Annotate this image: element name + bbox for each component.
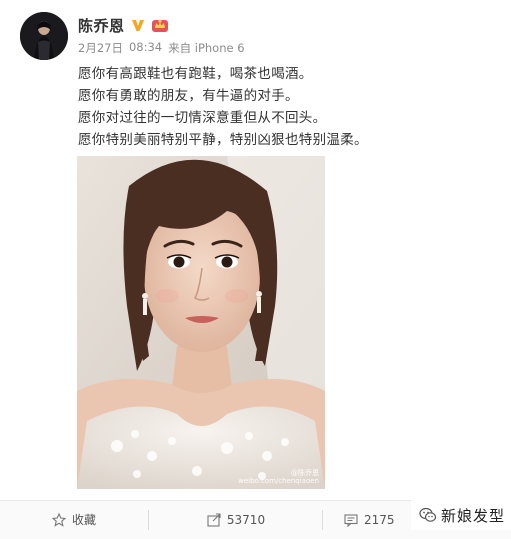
post-line: 愿你有勇敢的朋友，有牛逼的对手。	[78, 88, 299, 104]
post-source: 来自 iPhone 6	[168, 41, 245, 55]
action-divider	[148, 510, 149, 530]
post-time[interactable]: 08:34	[129, 40, 162, 56]
comment-icon	[344, 513, 358, 527]
watermark-url: weibo.com/chenqiaoen	[238, 477, 319, 485]
vip-crown-icon[interactable]	[151, 17, 169, 33]
verified-icon	[130, 17, 146, 33]
post-text: 愿你有高跟鞋也有跑鞋，喝茶也喝酒。 愿你有勇敢的朋友，有牛逼的对手。 愿你对过往…	[78, 63, 498, 151]
post-line: 愿你特别美丽特别平静，特别凶狠也特别温柔。	[78, 132, 368, 148]
weibo-post-card: 陈乔恩 2月27日 08:34 来自 iPhone 6 愿你有高跟鞋也有跑鞋，喝…	[0, 0, 511, 539]
author-name[interactable]: 陈乔恩	[78, 15, 125, 36]
star-icon	[51, 512, 67, 527]
photo-watermark: @陈乔恩 weibo.com/chenqiaoen	[238, 469, 319, 485]
avatar[interactable]	[20, 12, 68, 60]
post-line: 愿你有高跟鞋也有跑鞋，喝茶也喝酒。	[78, 66, 313, 82]
share-icon	[207, 512, 221, 527]
post-meta: 2月27日 08:34 来自 iPhone 6	[78, 40, 245, 56]
post-line: 愿你对过往的一切情深意重但从不回头。	[78, 110, 327, 126]
avatar-image	[20, 12, 68, 60]
wechat-logo-icon	[419, 506, 437, 524]
favorite-button[interactable]: 收藏	[0, 501, 148, 538]
bride-selfie-image	[77, 156, 325, 489]
post-date[interactable]: 2月27日	[78, 40, 123, 56]
watermark-name: @陈乔恩	[291, 469, 319, 477]
action-divider	[322, 510, 323, 530]
share-button[interactable]: 53710	[150, 501, 322, 538]
author-row: 陈乔恩	[78, 14, 169, 36]
brand-text: 新娘发型	[440, 506, 505, 525]
favorite-label: 收藏	[71, 513, 96, 527]
brand-watermark: 新娘发型	[410, 500, 511, 530]
post-photo[interactable]: @陈乔恩 weibo.com/chenqiaoen	[77, 156, 325, 489]
share-count: 53710	[226, 512, 266, 527]
comment-count: 2175	[364, 512, 395, 527]
